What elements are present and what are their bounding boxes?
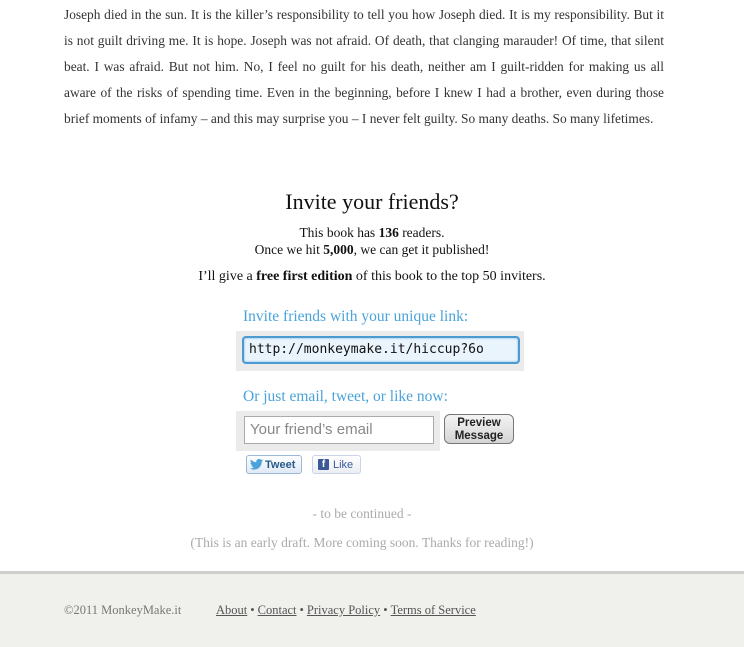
- footer-separator: •: [299, 603, 304, 617]
- to-be-continued: - to be continued -: [312, 506, 412, 521]
- readers-stats: This book has 136 readers. Once we hit 5…: [0, 224, 744, 258]
- unique-link-label: Invite friends with your unique link:: [243, 308, 469, 325]
- footer-link-privacy[interactable]: Privacy Policy: [307, 603, 380, 617]
- facebook-icon: f: [318, 459, 329, 470]
- footer-link-contact[interactable]: Contact: [258, 603, 297, 617]
- email-box: Your friend’s email: [236, 411, 440, 451]
- footer-link-about[interactable]: About: [216, 603, 247, 617]
- footer-link-terms[interactable]: Terms of Service: [391, 603, 476, 617]
- offer-bold: free first edition: [256, 269, 353, 284]
- story-text: Joseph died in the sun. It is the killer…: [64, 7, 664, 126]
- preview-line2: Message: [454, 430, 504, 442]
- like-label: Like: [333, 459, 354, 471]
- unique-link-box: http://monkeymake.it/hiccup?6o: [236, 331, 524, 371]
- footer-separator: •: [250, 603, 255, 617]
- offer-text: I’ll give a free first edition of this b…: [0, 268, 744, 286]
- footer: ©2011 MonkeyMake.it About • Contact • Privac…: [0, 571, 744, 647]
- unique-link-input[interactable]: http://monkeymake.it/hiccup?6o: [242, 336, 520, 364]
- footer-links: About • Contact • Privacy Policy • Terms of Se…: [216, 603, 476, 618]
- footer-separator: •: [383, 603, 388, 617]
- preview-line1: Preview: [457, 417, 501, 429]
- readers-prefix: This book has: [299, 225, 379, 240]
- goal-count: 5,000: [323, 242, 354, 257]
- friend-email-input[interactable]: Your friend’s email: [244, 416, 434, 444]
- like-button[interactable]: f Like: [312, 455, 361, 474]
- email-section: Or just email, tweet, or like now: Your …: [236, 386, 556, 451]
- early-draft-note: (This is an early draft. More coming soo…: [190, 535, 534, 550]
- unique-link-section: Invite friends with your unique link: ht…: [236, 306, 536, 371]
- invite-section: Invite your friends? This book has 136 r…: [0, 184, 744, 286]
- twitter-bird-icon: [250, 459, 263, 470]
- invite-title: Invite your friends?: [285, 189, 459, 214]
- copyright: ©2011 MonkeyMake.it: [64, 603, 182, 617]
- goal-prefix: Once we hit: [254, 242, 324, 257]
- tweet-label: Tweet: [265, 459, 296, 471]
- readers-suffix: readers.: [398, 225, 445, 240]
- email-label: Or just email, tweet, or like now:: [243, 388, 448, 405]
- readers-count: 136: [378, 225, 399, 240]
- goal-suffix: , we can get it published!: [353, 242, 490, 257]
- tweet-button[interactable]: Tweet: [246, 455, 302, 474]
- preview-message-button[interactable]: Preview Message: [444, 414, 514, 444]
- offer-suffix: of this book to the top 50 inviters.: [352, 269, 546, 284]
- offer-prefix: I’ll give a: [198, 269, 257, 284]
